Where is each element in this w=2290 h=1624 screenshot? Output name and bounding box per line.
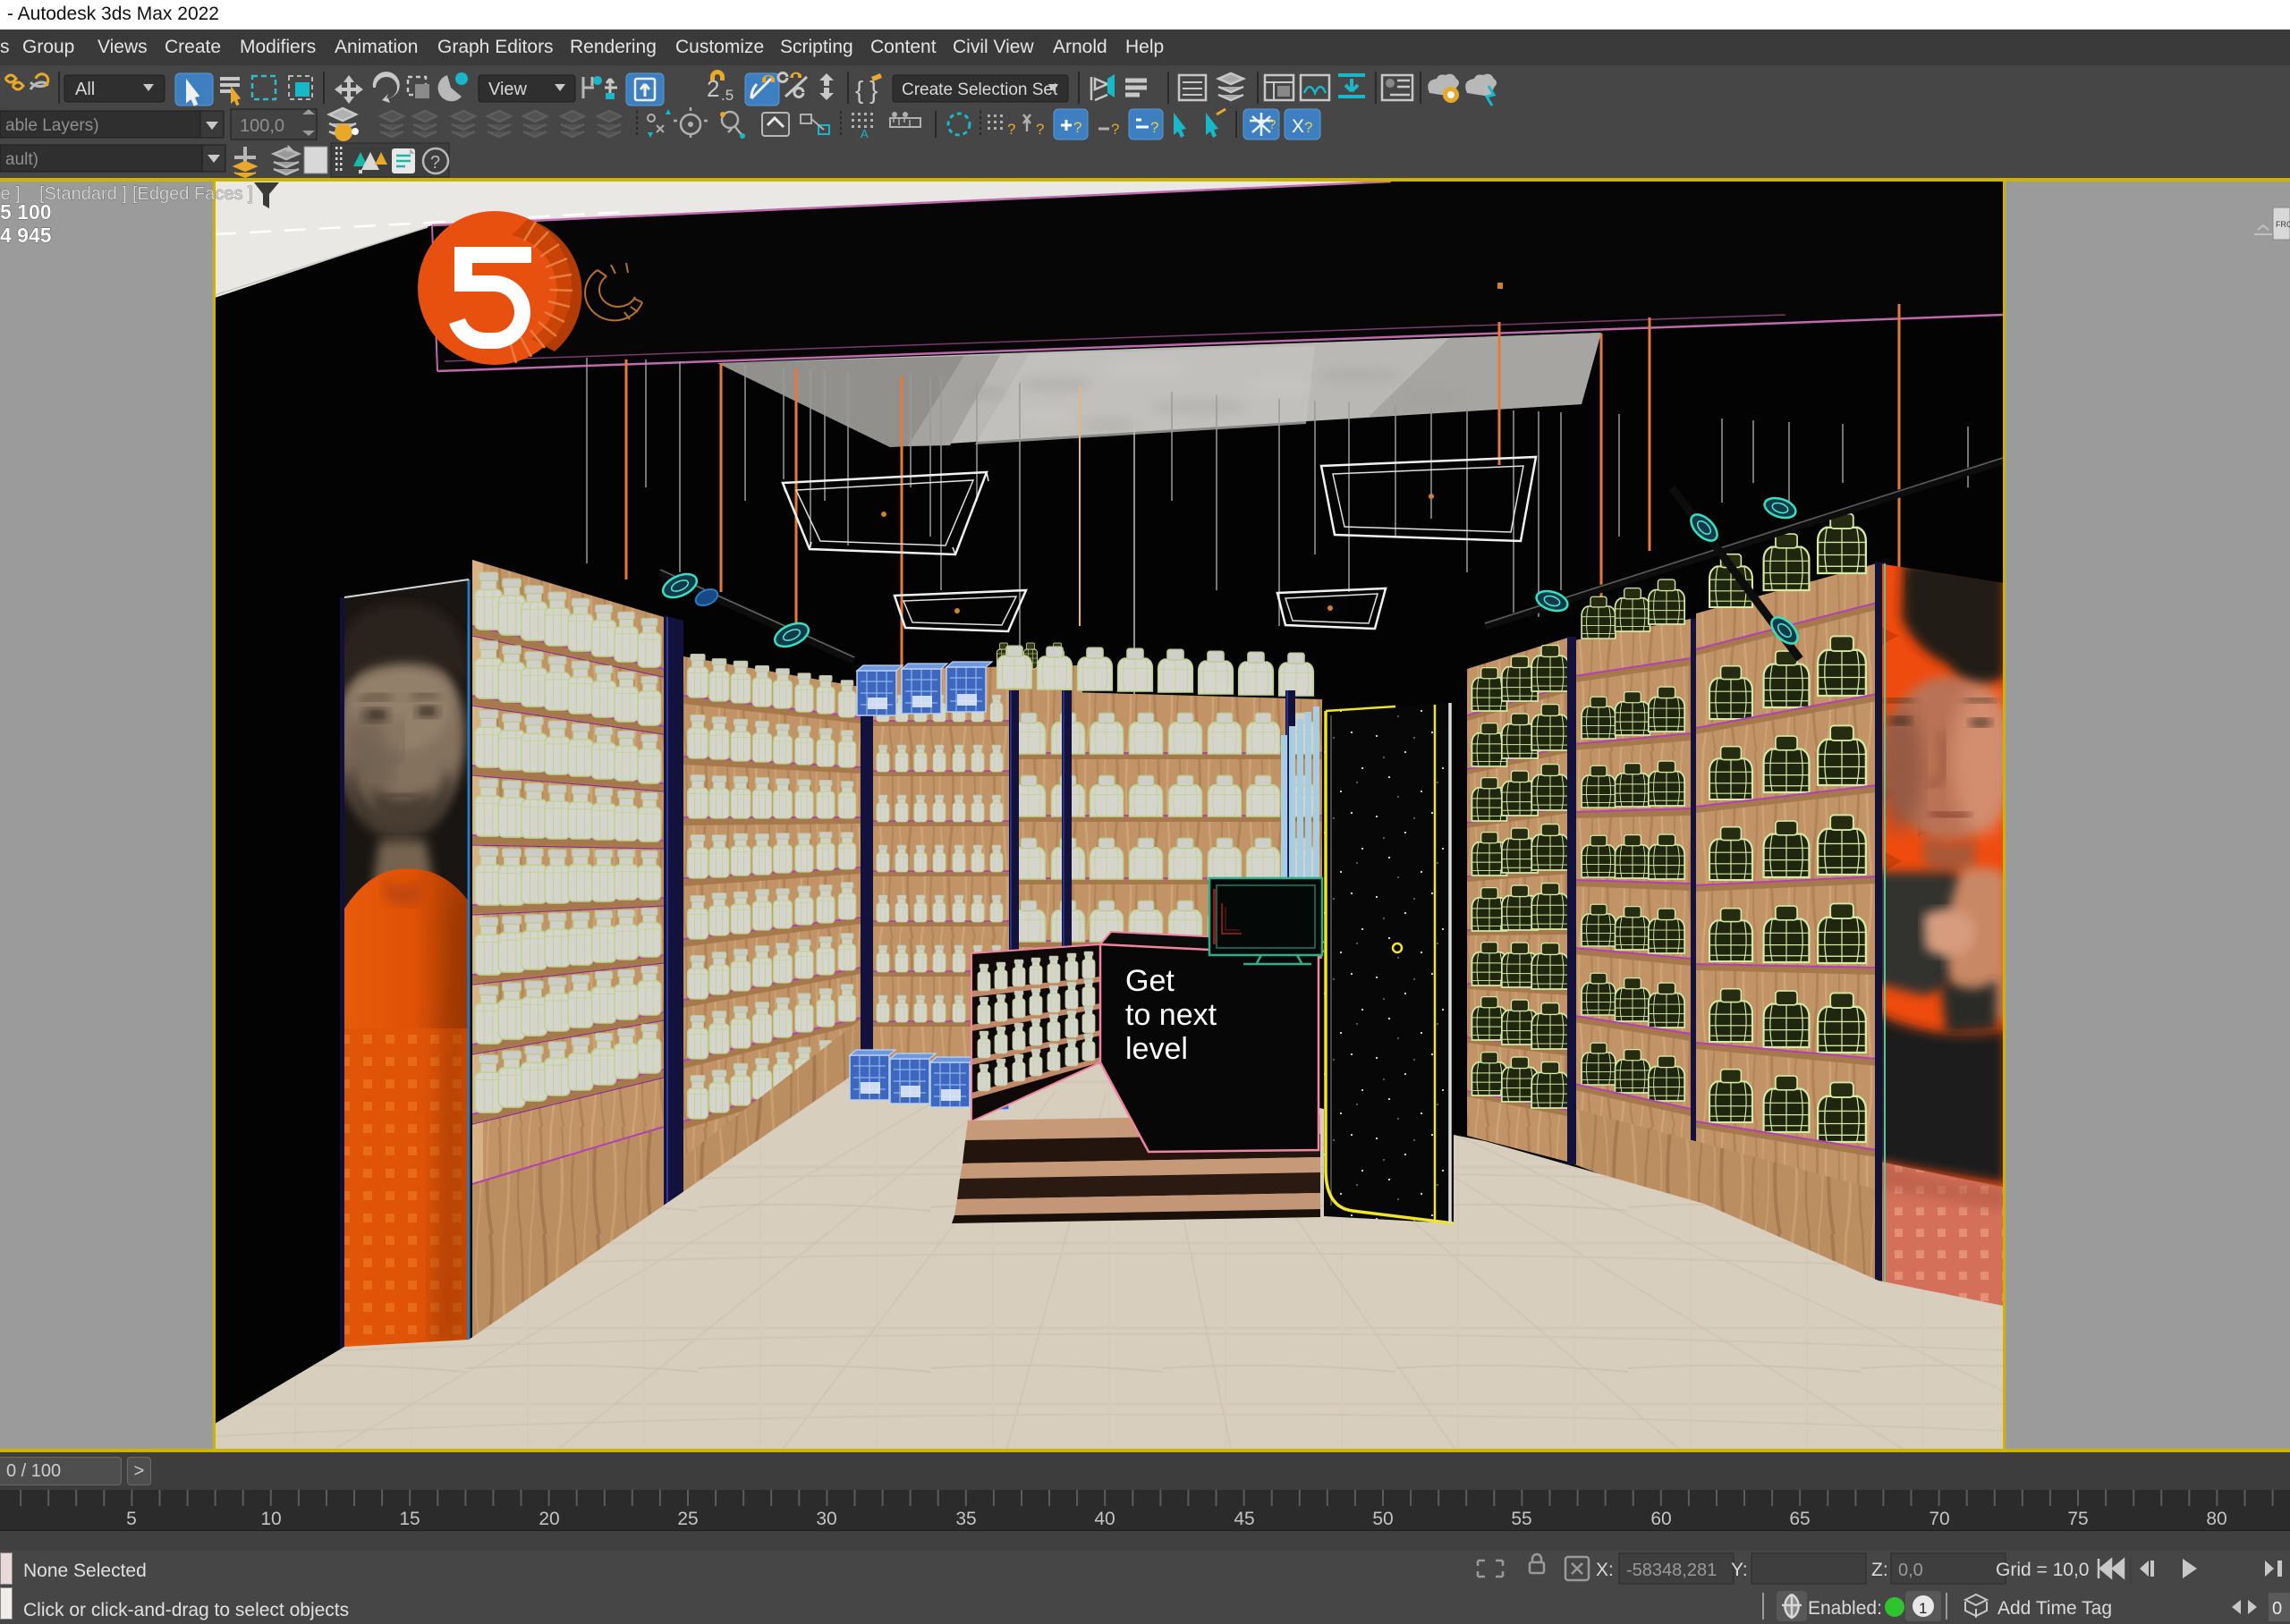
svg-text:X:: X: [1596, 1560, 1614, 1580]
svg-text:4 945: 4 945 [0, 224, 52, 247]
svg-text:70: 70 [1929, 1509, 1949, 1529]
svg-text:30: 30 [816, 1509, 836, 1529]
svg-text:20: 20 [539, 1509, 559, 1529]
svg-text:50: 50 [1372, 1509, 1393, 1529]
svg-text:Y:: Y: [1731, 1560, 1748, 1580]
svg-text:0: 0 [2272, 1599, 2282, 1619]
svg-text:60: 60 [1650, 1509, 1671, 1529]
svg-text:5 100: 5 100 [0, 200, 52, 224]
svg-text:55: 55 [1511, 1509, 1531, 1529]
svg-text:65: 65 [1789, 1509, 1810, 1529]
svg-text:45: 45 [1234, 1509, 1254, 1529]
svg-text:1: 1 [1919, 1600, 1927, 1617]
svg-text:Z:: Z: [1871, 1560, 1888, 1580]
svg-text:80: 80 [2206, 1509, 2226, 1529]
svg-text:[Standard ]: [Standard ] [39, 184, 127, 204]
svg-text:Grid = 10,0: Grid = 10,0 [1996, 1560, 2089, 1580]
svg-text:25: 25 [677, 1509, 698, 1529]
svg-text:Get: Get [1125, 964, 1175, 998]
svg-text:75: 75 [2067, 1509, 2088, 1529]
svg-text:0,0: 0,0 [1898, 1561, 1923, 1580]
svg-text:to next: to next [1125, 998, 1217, 1032]
svg-text:15: 15 [399, 1509, 420, 1529]
svg-text:Add Time Tag: Add Time Tag [1997, 1598, 2112, 1619]
svg-text:40: 40 [1094, 1509, 1115, 1529]
svg-text:-58348,281: -58348,281 [1626, 1561, 1717, 1580]
svg-text:10: 10 [260, 1509, 281, 1529]
svg-text:35: 35 [955, 1509, 976, 1529]
svg-text:[Edged Faces ]: [Edged Faces ] [132, 184, 253, 204]
svg-text:5: 5 [126, 1509, 137, 1529]
svg-text:level: level [1125, 1032, 1188, 1066]
svg-text:FRO: FRO [2276, 220, 2290, 229]
svg-text:Enabled:: Enabled: [1808, 1598, 1882, 1619]
